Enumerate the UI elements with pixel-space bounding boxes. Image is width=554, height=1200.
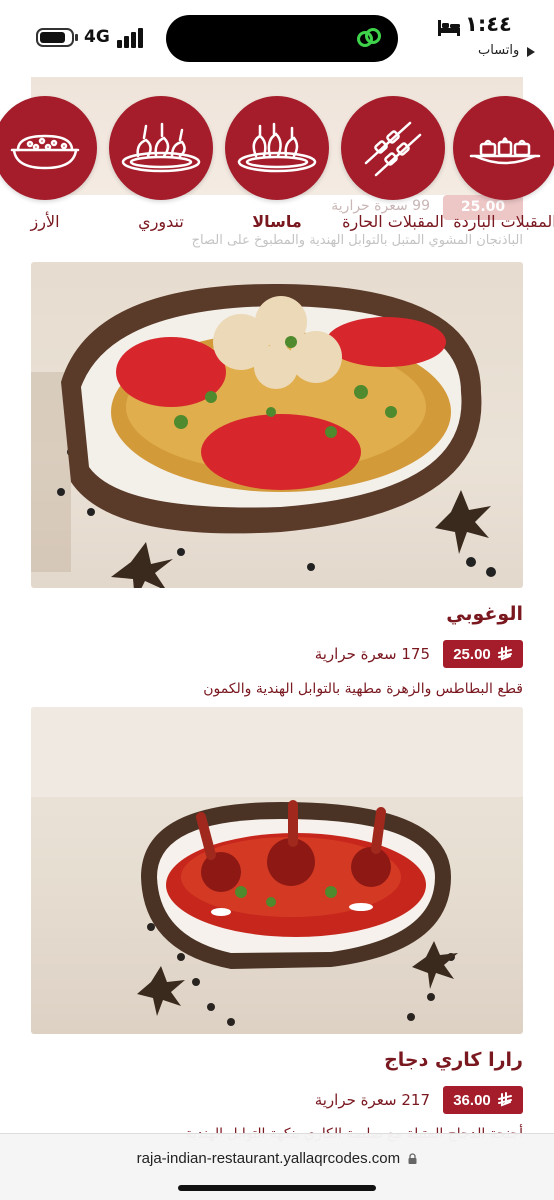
category-label: ماسالا <box>252 212 302 231</box>
skewers-icon <box>341 96 445 200</box>
masala-dish-icon <box>225 96 329 200</box>
category-tandoori[interactable]: تندوري <box>108 96 214 235</box>
category-rice[interactable]: الأرز <box>0 96 98 235</box>
status-bar: 4G ١:٤٤ واتساب <box>0 0 554 70</box>
category-cold-appetizers[interactable]: المقبلات الباردة <box>452 96 554 235</box>
network-type: 4G <box>84 27 110 47</box>
url-field[interactable]: raja-indian-restaurant.yallaqrcodes.com <box>0 1150 554 1167</box>
cold-appetizers-icon <box>453 96 554 200</box>
browser-url-bar[interactable]: raja-indian-restaurant.yallaqrcodes.com <box>0 1133 554 1200</box>
sleep-focus-icon <box>438 20 460 36</box>
calories-text: 217 سعرة حرارية <box>314 1091 430 1109</box>
category-label: المقبلات الباردة <box>453 212 554 231</box>
price-badge: 36.00 <box>443 1086 523 1114</box>
back-arrow-icon[interactable] <box>527 47 535 57</box>
dish-description: قطع البطاطس والزهرة مطهية بالتوابل الهند… <box>203 681 523 697</box>
rice-bowl-icon <box>0 96 97 200</box>
riyal-currency-icon <box>497 646 512 661</box>
home-indicator[interactable] <box>178 1185 376 1191</box>
price-badge: 25.00 <box>443 640 523 668</box>
category-masala[interactable]: ماسالا <box>224 96 330 235</box>
dish-name: رارا كاري دجاج <box>384 1049 523 1071</box>
battery-tip <box>75 34 78 41</box>
dish-name: الوغوبي <box>446 603 523 625</box>
category-label: تندوري <box>138 212 184 231</box>
calories-text: 175 سعرة حرارية <box>314 645 430 663</box>
dish-photo[interactable] <box>31 262 523 588</box>
previous-item-description: الباذنجان المشوي المتبل بالتوابل الهندية… <box>191 233 523 248</box>
price-amount: 25.00 <box>453 645 491 663</box>
clock: ١:٤٤ <box>465 12 512 36</box>
price-amount: 36.00 <box>453 1091 491 1109</box>
lock-icon <box>408 1153 417 1164</box>
category-hot-appetizers[interactable]: المقبلات الحارة <box>340 96 446 235</box>
tandoori-dish-icon <box>109 96 213 200</box>
battery-icon <box>36 28 74 47</box>
category-label: المقبلات الحارة <box>342 212 444 231</box>
riyal-currency-icon <box>497 1092 512 1107</box>
back-to-app-link[interactable]: واتساب <box>478 43 519 58</box>
dish-photo[interactable] <box>31 707 523 1034</box>
category-label: الأرز <box>30 212 60 231</box>
signal-icon <box>117 28 147 48</box>
url-text: raja-indian-restaurant.yallaqrcodes.com <box>136 1150 401 1167</box>
call-link-icon[interactable] <box>356 26 382 50</box>
